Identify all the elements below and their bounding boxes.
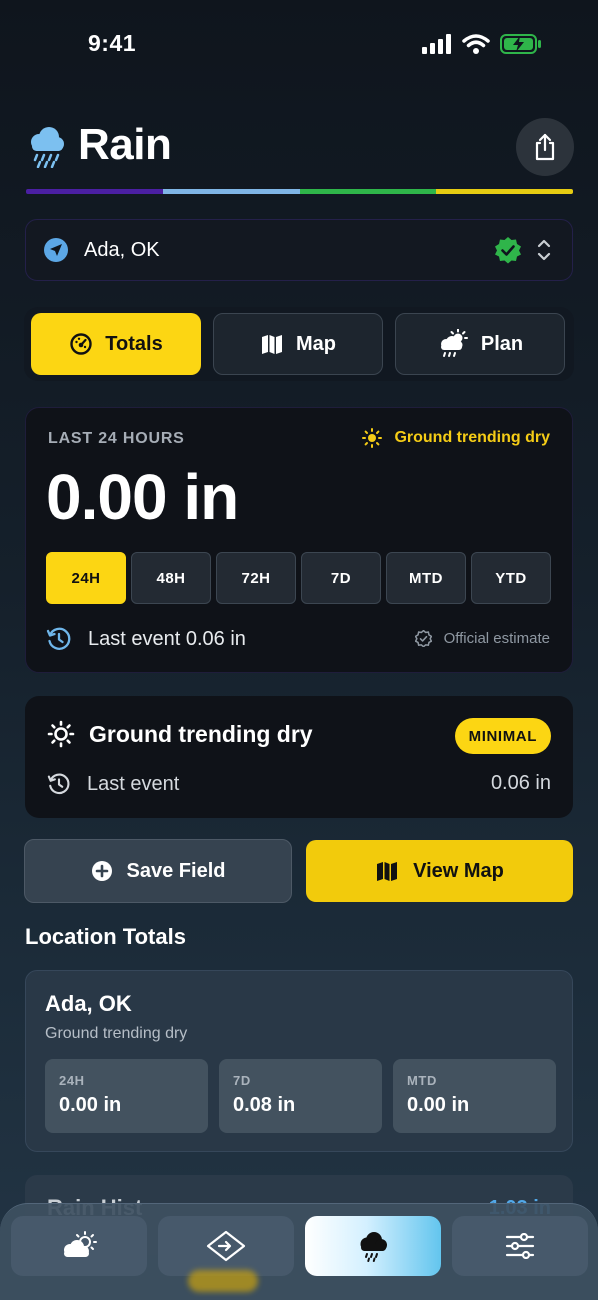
period-label: LAST 24 HOURS	[48, 430, 185, 447]
history-clock-icon	[46, 627, 71, 650]
trend-label: Ground trending dry	[394, 429, 550, 446]
stat-7d: 7D 0.08 in	[219, 1059, 382, 1133]
ground-last-event-value: 0.06 in	[490, 772, 551, 794]
share-button[interactable]	[516, 118, 574, 176]
stat-label: 7D	[233, 1073, 251, 1088]
sun-cloud-rain-icon	[440, 329, 468, 357]
tab-field-map[interactable]	[158, 1216, 294, 1276]
location-card-title: Ada, OK	[45, 991, 132, 1016]
rain-icon	[360, 1232, 387, 1262]
total-value: 0.00 in	[46, 461, 239, 533]
tab-plan-label: Plan	[480, 332, 524, 355]
ground-condition-card: Ground trending dry MINIMAL Last event 0…	[25, 696, 573, 818]
tab-map[interactable]: Map	[213, 313, 383, 375]
tab-map-label: Map	[296, 332, 336, 355]
range-24h-button[interactable]: 24H	[46, 552, 126, 604]
page-title: Rain	[78, 120, 172, 169]
status-badge: MINIMAL	[454, 718, 551, 754]
stat-label: 24H	[59, 1073, 85, 1088]
tab-totals[interactable]: Totals	[31, 313, 201, 375]
chevron-up-down-icon	[537, 239, 551, 261]
share-icon	[535, 133, 555, 161]
ground-last-event-label: Last event	[87, 772, 180, 795]
ground-last-event: Last event	[47, 772, 179, 796]
location-total-card[interactable]: Ada, OK Ground trending dry 24H 0.00 in …	[25, 970, 573, 1152]
sun-icon	[47, 720, 75, 748]
tab-rain[interactable]	[305, 1216, 441, 1276]
plus-circle-icon	[91, 861, 112, 881]
location-selector[interactable]: Ada, OK	[25, 219, 573, 281]
stat-mtd: MTD 0.00 in	[393, 1059, 556, 1133]
rain-cloud-icon	[31, 127, 64, 168]
range-72h-button[interactable]: 72H	[216, 552, 296, 604]
status-time: 9:41	[88, 30, 137, 56]
range-mtd-button[interactable]: MTD	[386, 552, 466, 604]
tab-settings[interactable]	[452, 1216, 588, 1276]
check-badge-icon	[414, 630, 432, 647]
range-selector: 24H 48H 72H 7D MTD YTD	[46, 552, 551, 604]
trend-indicator: Ground trending dry	[362, 428, 550, 448]
stat-24h: 24H 0.00 in	[45, 1059, 208, 1133]
last-event-row: Last event 0.06 in	[46, 626, 246, 652]
stat-value: 0.00 in	[407, 1094, 470, 1116]
save-field-label: Save Field	[126, 859, 226, 882]
sliders-icon	[505, 1233, 535, 1259]
location-name: Ada, OK	[84, 238, 160, 261]
last-event-text: Last event 0.06 in	[88, 627, 246, 650]
verified-badge-icon	[495, 237, 521, 264]
status-icons	[422, 30, 546, 58]
stat-value: 0.00 in	[59, 1094, 122, 1116]
range-7d-button[interactable]: 7D	[301, 552, 381, 604]
stat-value: 0.08 in	[233, 1094, 296, 1116]
map-icon	[377, 862, 398, 881]
official-estimate: Official estimate	[414, 630, 550, 647]
range-ytd-button[interactable]: YTD	[471, 552, 551, 604]
weather-icon	[64, 1231, 97, 1257]
tab-indicator-glow	[188, 1270, 258, 1292]
view-map-label: View Map	[413, 859, 504, 882]
stat-label: MTD	[407, 1073, 437, 1088]
strip-segment-green	[299, 189, 437, 194]
battery-charging-icon	[500, 34, 541, 54]
field-map-icon	[206, 1230, 246, 1262]
official-estimate-label: Official estimate	[443, 630, 550, 647]
map-icon	[262, 335, 282, 354]
history-clock-icon	[47, 773, 70, 795]
view-map-button[interactable]: View Map	[306, 840, 573, 902]
strip-segment-yellow	[436, 189, 573, 194]
sun-icon	[362, 428, 383, 448]
tab-totals-label: Totals	[105, 332, 163, 355]
ground-title: Ground trending dry	[47, 720, 313, 748]
ground-title-label: Ground trending dry	[89, 720, 313, 747]
location-arrow-icon	[44, 238, 68, 262]
tab-plan[interactable]: Plan	[395, 313, 565, 375]
rain-total-card: LAST 24 HOURS Ground trending dry 0.00 i…	[25, 407, 573, 673]
signal-icon	[422, 34, 451, 54]
gauge-icon	[70, 333, 92, 355]
location-card-subtitle: Ground trending dry	[45, 1025, 188, 1042]
strip-segment-purple	[26, 189, 163, 194]
section-title: Location Totals	[25, 924, 186, 949]
wifi-icon	[462, 34, 490, 54]
bottom-tab-bar	[0, 1203, 598, 1300]
color-strip	[26, 189, 573, 194]
view-tabs: Totals Map Plan	[24, 307, 574, 381]
range-48h-button[interactable]: 48H	[131, 552, 211, 604]
save-field-button[interactable]: Save Field	[24, 839, 292, 903]
strip-segment-blue	[162, 189, 300, 194]
tab-weather[interactable]	[11, 1216, 147, 1276]
